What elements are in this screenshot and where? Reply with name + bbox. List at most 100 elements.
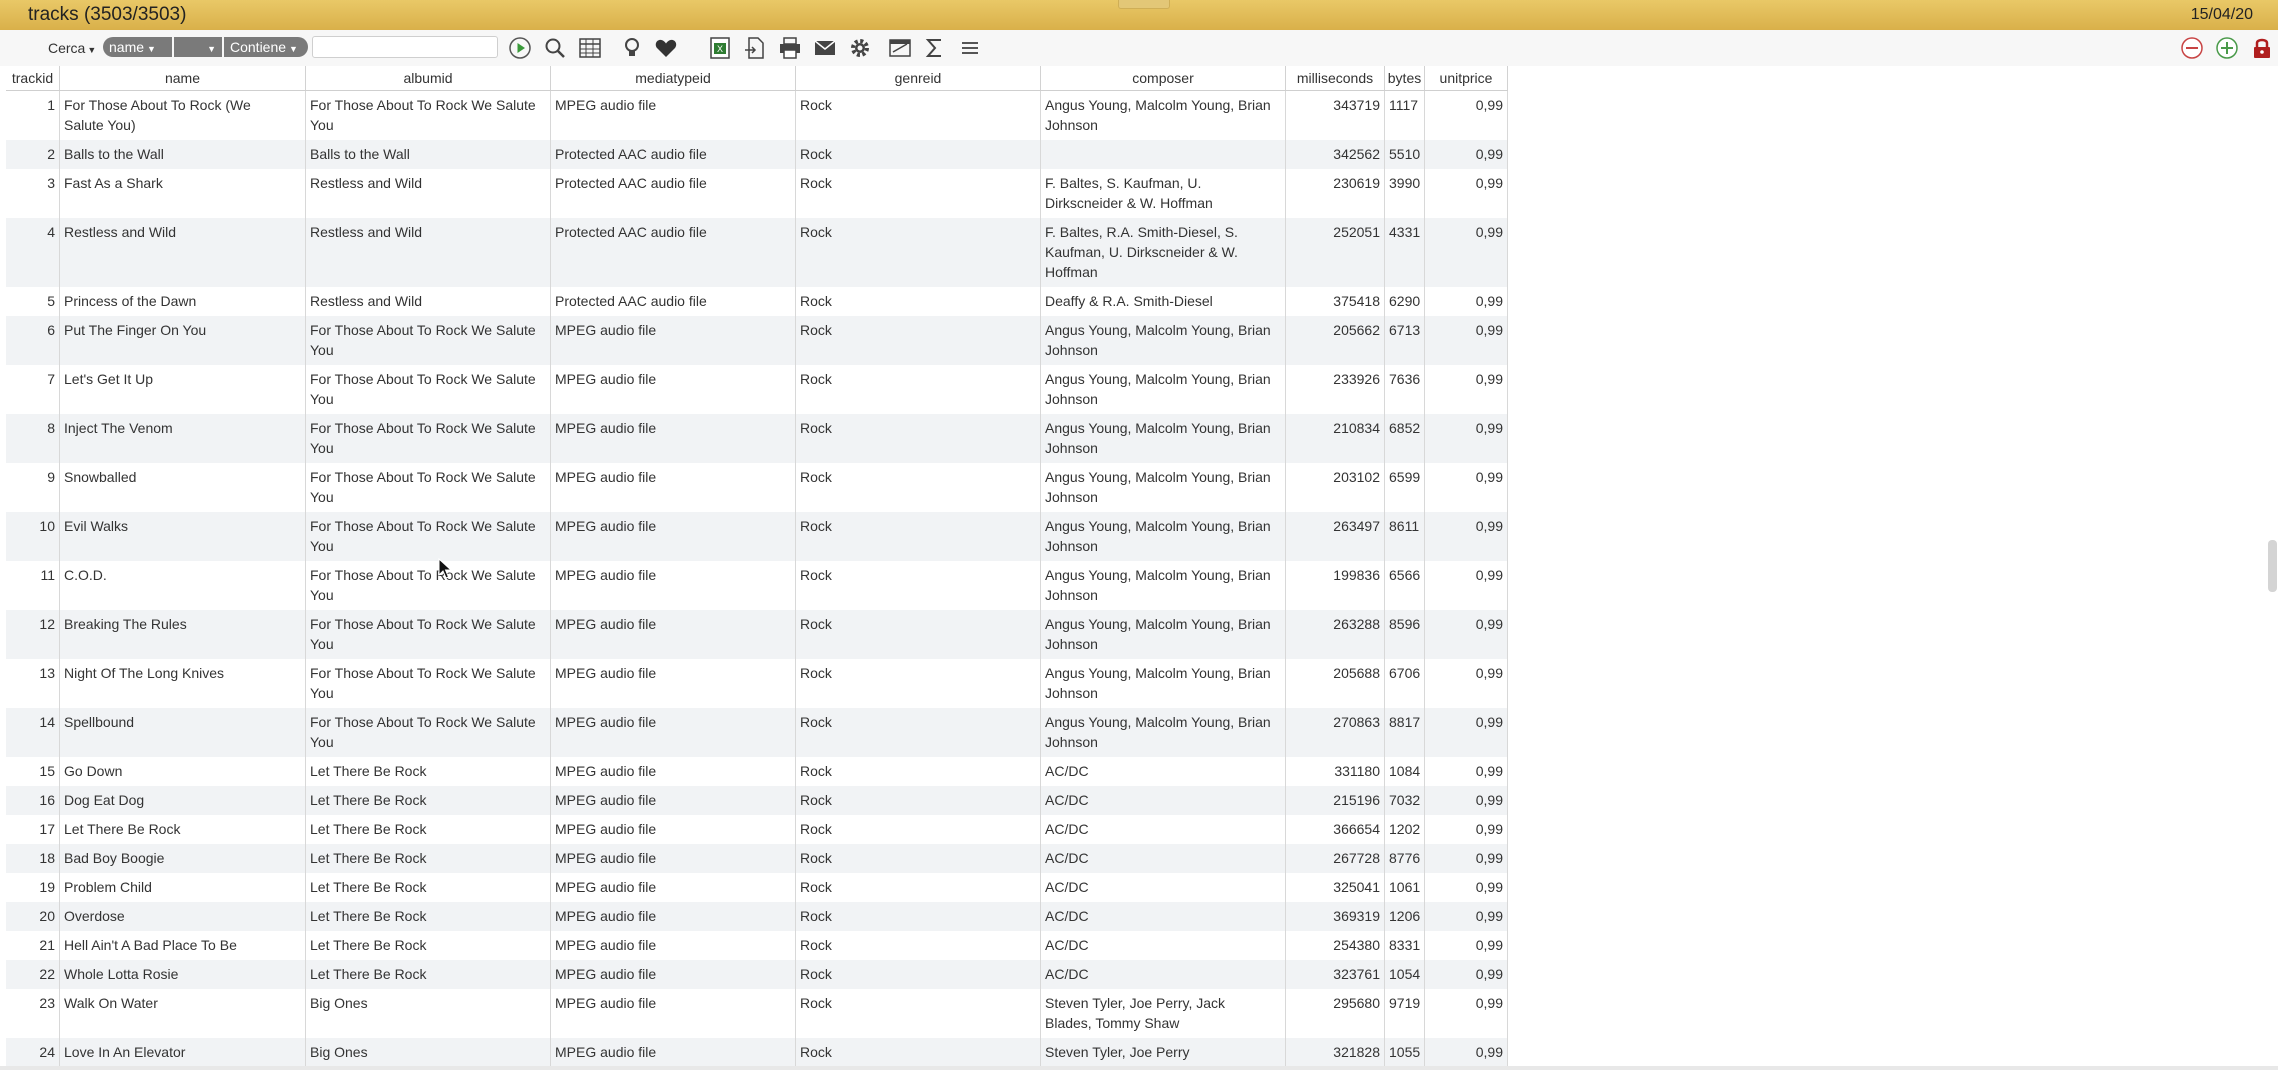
mediatypeid-cell[interactable]: MPEG audio file xyxy=(551,463,796,512)
albumid-cell[interactable]: Let There Be Rock xyxy=(306,815,551,844)
mediatypeid-cell[interactable]: MPEG audio file xyxy=(551,960,796,989)
mediatypeid-cell[interactable]: Protected AAC audio file xyxy=(551,287,796,316)
unitprice-cell[interactable]: 0,99 xyxy=(1425,463,1508,512)
trackid-cell[interactable]: 4 xyxy=(6,218,60,287)
mediatypeid-cell[interactable]: MPEG audio file xyxy=(551,316,796,365)
milliseconds-cell[interactable]: 210834 xyxy=(1286,414,1385,463)
name-cell[interactable]: Overdose xyxy=(60,902,306,931)
unitprice-cell[interactable]: 0,99 xyxy=(1425,287,1508,316)
mediatypeid-cell[interactable]: MPEG audio file xyxy=(551,659,796,708)
composer-cell[interactable]: AC/DC xyxy=(1041,902,1286,931)
lightbulb-icon[interactable] xyxy=(619,35,645,61)
albumid-cell[interactable]: For Those About To Rock We Salute You xyxy=(306,316,551,365)
bytes-cell[interactable]: 1054 xyxy=(1385,960,1425,989)
trackid-cell[interactable]: 22 xyxy=(6,960,60,989)
milliseconds-cell[interactable]: 295680 xyxy=(1286,989,1385,1038)
milliseconds-cell[interactable]: 205688 xyxy=(1286,659,1385,708)
trackid-cell[interactable]: 18 xyxy=(6,844,60,873)
genreid-cell[interactable]: Rock xyxy=(796,218,1041,287)
search-icon[interactable] xyxy=(542,35,568,61)
table-row[interactable]: 19 Problem Child Let There Be Rock MPEG aud… xyxy=(6,873,1508,902)
unitprice-cell[interactable]: 0,99 xyxy=(1425,610,1508,659)
mediatypeid-cell[interactable]: MPEG audio file xyxy=(551,91,796,140)
mediatypeid-cell[interactable]: MPEG audio file xyxy=(551,561,796,610)
composer-cell[interactable]: F. Baltes, R.A. Smith-Diesel, S. Kaufman,… xyxy=(1041,218,1286,287)
genreid-cell[interactable]: Rock xyxy=(796,1038,1041,1067)
bytes-cell[interactable]: 8611 xyxy=(1385,512,1425,561)
genreid-cell[interactable]: Rock xyxy=(796,815,1041,844)
bytes-cell[interactable]: 8331 xyxy=(1385,931,1425,960)
name-cell[interactable]: Problem Child xyxy=(60,873,306,902)
name-cell[interactable]: Dog Eat Dog xyxy=(60,786,306,815)
milliseconds-cell[interactable]: 323761 xyxy=(1286,960,1385,989)
albumid-cell[interactable]: Let There Be Rock xyxy=(306,902,551,931)
import-icon[interactable] xyxy=(742,35,768,61)
window-drag-handle[interactable] xyxy=(1118,0,1170,9)
genreid-cell[interactable]: Rock xyxy=(796,169,1041,218)
run-search-icon[interactable] xyxy=(507,35,533,61)
albumid-cell[interactable]: For Those About To Rock We Salute You xyxy=(306,414,551,463)
table-row[interactable]: 4 Restless and Wild Restless and Wild Prote… xyxy=(6,218,1508,287)
trackid-cell[interactable]: 23 xyxy=(6,989,60,1038)
unitprice-cell[interactable]: 0,99 xyxy=(1425,316,1508,365)
mediatypeid-cell[interactable]: MPEG audio file xyxy=(551,512,796,561)
column-header-bytes[interactable]: bytes xyxy=(1385,66,1425,90)
bytes-cell[interactable]: 8776 xyxy=(1385,844,1425,873)
field-select[interactable]: name ▼ xyxy=(103,37,172,57)
genreid-cell[interactable]: Rock xyxy=(796,659,1041,708)
genreid-cell[interactable]: Rock xyxy=(796,561,1041,610)
trackid-cell[interactable]: 20 xyxy=(6,902,60,931)
milliseconds-cell[interactable]: 203102 xyxy=(1286,463,1385,512)
milliseconds-cell[interactable]: 263288 xyxy=(1286,610,1385,659)
bytes-cell[interactable]: 3990 xyxy=(1385,169,1425,218)
table-row[interactable]: 9 Snowballed For Those About To Rock We Sa… xyxy=(6,463,1508,512)
column-header-genreid[interactable]: genreid xyxy=(796,66,1041,90)
table-row[interactable]: 18 Bad Boy Boogie Let There Be Rock MPEG au… xyxy=(6,844,1508,873)
unitprice-cell[interactable]: 0,99 xyxy=(1425,365,1508,414)
table-row[interactable]: 3 Fast As a Shark Restless and Wild Protect… xyxy=(6,169,1508,218)
genreid-cell[interactable]: Rock xyxy=(796,91,1041,140)
remove-record-icon[interactable] xyxy=(2180,36,2204,60)
bytes-cell[interactable]: 8596 xyxy=(1385,610,1425,659)
albumid-cell[interactable]: Let There Be Rock xyxy=(306,844,551,873)
trackid-cell[interactable]: 7 xyxy=(6,365,60,414)
albumid-cell[interactable]: Let There Be Rock xyxy=(306,873,551,902)
albumid-cell[interactable]: Restless and Wild xyxy=(306,169,551,218)
genreid-cell[interactable]: Rock xyxy=(796,610,1041,659)
add-record-icon[interactable] xyxy=(2215,36,2239,60)
table-row[interactable]: 11 C.O.D. For Those About To Rock We Salut… xyxy=(6,561,1508,610)
albumid-cell[interactable]: For Those About To Rock We Salute You xyxy=(306,708,551,757)
name-cell[interactable]: Breaking The Rules xyxy=(60,610,306,659)
table-row[interactable]: 7 Let's Get It Up For Those About To Rock … xyxy=(6,365,1508,414)
column-header-mediatypeid[interactable]: mediatypeid xyxy=(551,66,796,90)
trackid-cell[interactable]: 1 xyxy=(6,91,60,140)
albumid-cell[interactable]: Let There Be Rock xyxy=(306,960,551,989)
name-cell[interactable]: Princess of the Dawn xyxy=(60,287,306,316)
unitprice-cell[interactable]: 0,99 xyxy=(1425,512,1508,561)
mediatypeid-cell[interactable]: Protected AAC audio file xyxy=(551,218,796,287)
milliseconds-cell[interactable]: 325041 xyxy=(1286,873,1385,902)
genreid-cell[interactable]: Rock xyxy=(796,365,1041,414)
milliseconds-cell[interactable]: 205662 xyxy=(1286,316,1385,365)
unitprice-cell[interactable]: 0,99 xyxy=(1425,844,1508,873)
name-cell[interactable]: For Those About To Rock (We Salute You) xyxy=(60,91,306,140)
sql-icon[interactable] xyxy=(887,35,913,61)
mail-icon[interactable] xyxy=(812,35,838,61)
column-header-milliseconds[interactable]: milliseconds xyxy=(1286,66,1385,90)
milliseconds-cell[interactable]: 321828 xyxy=(1286,1038,1385,1067)
column-header-composer[interactable]: composer xyxy=(1041,66,1286,90)
milliseconds-cell[interactable]: 263497 xyxy=(1286,512,1385,561)
operator-select[interactable]: Contiene ▼ xyxy=(224,37,308,57)
print-icon[interactable] xyxy=(777,35,803,61)
table-row[interactable]: 16 Dog Eat Dog Let There Be Rock MPEG audio… xyxy=(6,786,1508,815)
albumid-cell[interactable]: For Those About To Rock We Salute You xyxy=(306,610,551,659)
milliseconds-cell[interactable]: 270863 xyxy=(1286,708,1385,757)
table-row[interactable]: 15 Go Down Let There Be Rock MPEG audio fil… xyxy=(6,757,1508,786)
table-row[interactable]: 13 Night Of The Long Knives For Those Abou… xyxy=(6,659,1508,708)
genreid-cell[interactable]: Rock xyxy=(796,463,1041,512)
albumid-cell[interactable]: For Those About To Rock We Salute You xyxy=(306,91,551,140)
column-header-trackid[interactable]: trackid xyxy=(6,66,60,90)
composer-cell[interactable]: Angus Young, Malcolm Young, Brian Johnson xyxy=(1041,512,1286,561)
name-cell[interactable]: Balls to the Wall xyxy=(60,140,306,169)
mediatypeid-cell[interactable]: MPEG audio file xyxy=(551,1038,796,1067)
